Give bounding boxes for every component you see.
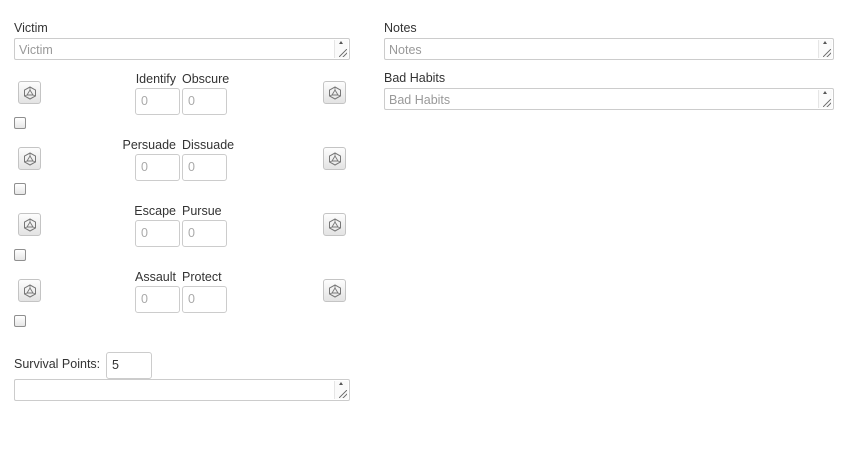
notes-placeholder: Notes (389, 43, 422, 57)
roll-right-button[interactable] (323, 81, 346, 104)
roll-right-button[interactable] (323, 213, 346, 236)
stat-left-input[interactable]: 0 (135, 286, 180, 313)
stat-checkbox[interactable] (14, 117, 26, 129)
bad-habits-scrollbar[interactable] (818, 90, 832, 108)
stat-left-label: Persuade (122, 138, 176, 152)
notes-label: Notes (384, 21, 417, 35)
stat-right-label: Obscure (182, 72, 230, 86)
stat-right-label: Dissuade (182, 138, 235, 152)
bad-habits-placeholder: Bad Habits (389, 93, 451, 107)
resize-grip-icon[interactable] (339, 49, 347, 57)
stat-right-label: Protect (182, 270, 222, 284)
roll-left-button[interactable] (18, 81, 41, 104)
stat-right-input[interactable]: 0 (182, 154, 227, 181)
resize-grip-icon[interactable] (823, 49, 831, 57)
stat-checkbox[interactable] (14, 183, 26, 195)
stat-left-label: Escape (134, 204, 176, 218)
stat-right-label: Pursue (182, 204, 222, 218)
victim-label: Victim (14, 21, 48, 35)
stat-right-input[interactable]: 0 (182, 88, 227, 115)
bad-habits-label: Bad Habits (384, 71, 446, 85)
roll-right-button[interactable] (323, 147, 346, 170)
survival-points-input[interactable]: 5 (106, 352, 152, 379)
stat-checkbox[interactable] (14, 249, 26, 261)
resize-grip-icon[interactable] (823, 99, 831, 107)
roll-left-button[interactable] (18, 279, 41, 302)
stat-left-label: Identify (135, 72, 176, 86)
roll-left-button[interactable] (18, 147, 41, 170)
bad-habits-textarea[interactable]: Bad Habits (384, 88, 834, 110)
stat-left-input[interactable]: 0 (135, 154, 180, 181)
victim-textarea[interactable]: Victim (14, 38, 350, 60)
stat-left-input[interactable]: 0 (135, 88, 180, 115)
stat-left-label: Assault (135, 270, 176, 284)
stat-right-input[interactable]: 0 (182, 286, 227, 313)
victim-scrollbar[interactable] (334, 40, 348, 58)
stat-left-input[interactable]: 0 (135, 220, 180, 247)
resize-grip-icon[interactable] (339, 390, 347, 398)
roll-left-button[interactable] (18, 213, 41, 236)
notes-textarea[interactable]: Notes (384, 38, 834, 60)
stat-right-input[interactable]: 0 (182, 220, 227, 247)
survival-scrollbar[interactable] (334, 381, 348, 399)
survival-textarea[interactable] (14, 379, 350, 401)
roll-right-button[interactable] (323, 279, 346, 302)
notes-scrollbar[interactable] (818, 40, 832, 58)
survival-points-label: Survival Points: (14, 357, 101, 371)
stat-checkbox[interactable] (14, 315, 26, 327)
victim-placeholder: Victim (19, 43, 53, 57)
